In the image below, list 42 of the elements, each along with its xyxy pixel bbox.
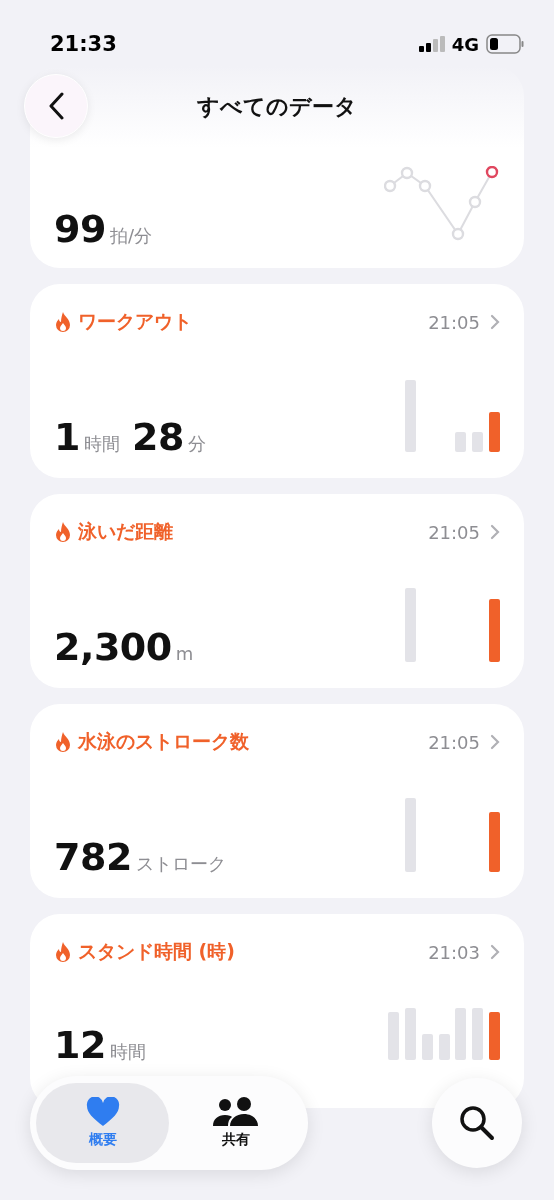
signal-icon xyxy=(418,36,445,52)
network-label: 4G xyxy=(451,33,479,55)
flame-icon xyxy=(54,941,72,963)
people-icon xyxy=(212,1097,259,1127)
card-time: 21:05 xyxy=(428,521,480,543)
card-time: 21:03 xyxy=(428,941,480,963)
card-title: 水泳のストローク数 xyxy=(78,729,249,754)
card-time: 21:05 xyxy=(428,731,480,753)
metric-card[interactable]: ワークアウト 21:05 1 時間 28 分 xyxy=(30,284,524,478)
flame-icon xyxy=(54,731,72,753)
flame-icon xyxy=(54,521,72,543)
card-time: 21:05 xyxy=(428,311,480,333)
metric-value: 782 xyxy=(54,838,132,876)
card-title: スタンド時間 (時) xyxy=(78,939,235,964)
chevron-right-icon xyxy=(490,734,500,750)
metric-unit: ストローク xyxy=(135,855,226,873)
chevron-right-icon xyxy=(490,944,500,960)
metric-card[interactable]: 99 拍/分 xyxy=(30,148,524,268)
metric-unit: m xyxy=(175,645,194,663)
chevron-right-icon xyxy=(490,314,500,330)
metric-unit: 時間 xyxy=(83,435,120,453)
metric-value: 99 xyxy=(54,210,106,248)
metric-value: 2,300 xyxy=(54,628,172,666)
card-title: ワークアウト xyxy=(78,309,192,334)
back-icon xyxy=(48,92,64,120)
metric-value: 28 xyxy=(131,418,184,456)
battery-icon xyxy=(486,34,524,54)
search-icon xyxy=(459,1105,495,1141)
flame-icon xyxy=(54,311,72,333)
page-title: すべてのデータ xyxy=(197,93,357,121)
metric-unit: 分 xyxy=(187,435,206,453)
heart-icon xyxy=(85,1097,120,1127)
card-title: 泳いだ距離 xyxy=(78,519,173,544)
metric-unit: 拍/分 xyxy=(109,227,152,245)
metric-unit: 時間 xyxy=(109,1043,146,1061)
chevron-right-icon xyxy=(490,524,500,540)
metric-card[interactable]: スタンド時間 (時) 21:03 12 時間 xyxy=(30,914,524,1108)
metric-card[interactable]: 水泳のストローク数 21:05 782 ストローク xyxy=(30,704,524,898)
status-time: 21:33 xyxy=(50,32,117,56)
metric-card[interactable]: 泳いだ距離 21:05 2,300 m xyxy=(30,494,524,688)
metric-value: 12 xyxy=(54,1026,106,1064)
metric-value: 1 xyxy=(54,418,80,456)
